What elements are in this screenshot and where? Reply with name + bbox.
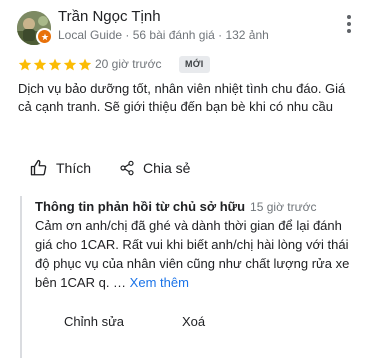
reviewer-name[interactable]: Trần Ngọc Tịnh [58, 8, 161, 25]
star-icon [78, 58, 92, 71]
star-rating [18, 58, 92, 71]
star-icon [63, 58, 77, 71]
owner-reply-time: 15 giờ trước [250, 200, 317, 214]
new-badge: MỚI [179, 56, 210, 73]
share-button[interactable]: Chia sẻ [119, 158, 190, 178]
edit-reply-button[interactable]: Chỉnh sửa [64, 314, 124, 329]
review-text: Dịch vụ bảo dưỡng tốt, nhân viên nhiệt t… [18, 81, 346, 114]
owner-reply-header: Thông tin phản hồi từ chủ sở hữu 15 giờ t… [35, 199, 317, 214]
local-guide-badge-icon [38, 30, 51, 43]
star-icon [18, 58, 32, 71]
star-icon [48, 58, 62, 71]
share-icon [120, 160, 134, 176]
more-vertical-icon [347, 15, 351, 33]
thumbs-up-icon [30, 159, 47, 176]
owner-reply-text: Cảm ơn anh/chị đã ghé và dành thời gian … [35, 218, 350, 290]
owner-reply-text-block: Cảm ơn anh/chị đã ghé và dành thời gian … [35, 216, 355, 292]
delete-reply-button[interactable]: Xoá [182, 314, 205, 329]
more-options-button[interactable] [343, 13, 355, 35]
like-button[interactable]: Thích [30, 158, 91, 178]
share-label: Chia sẻ [143, 160, 191, 176]
reviewer-meta: Local Guide · 56 bài đánh giá · 132 ảnh [58, 28, 269, 42]
review-time: 20 giờ trước [95, 57, 162, 71]
see-more-link[interactable]: Xem thêm [130, 275, 189, 290]
local-guide-badge [36, 28, 53, 45]
star-icon [33, 58, 47, 71]
owner-reply-title: Thông tin phản hồi từ chủ sở hữu [35, 199, 246, 214]
like-label: Thích [56, 160, 92, 176]
owner-reply: Thông tin phản hồi từ chủ sở hữu 15 giờ t… [20, 196, 362, 358]
